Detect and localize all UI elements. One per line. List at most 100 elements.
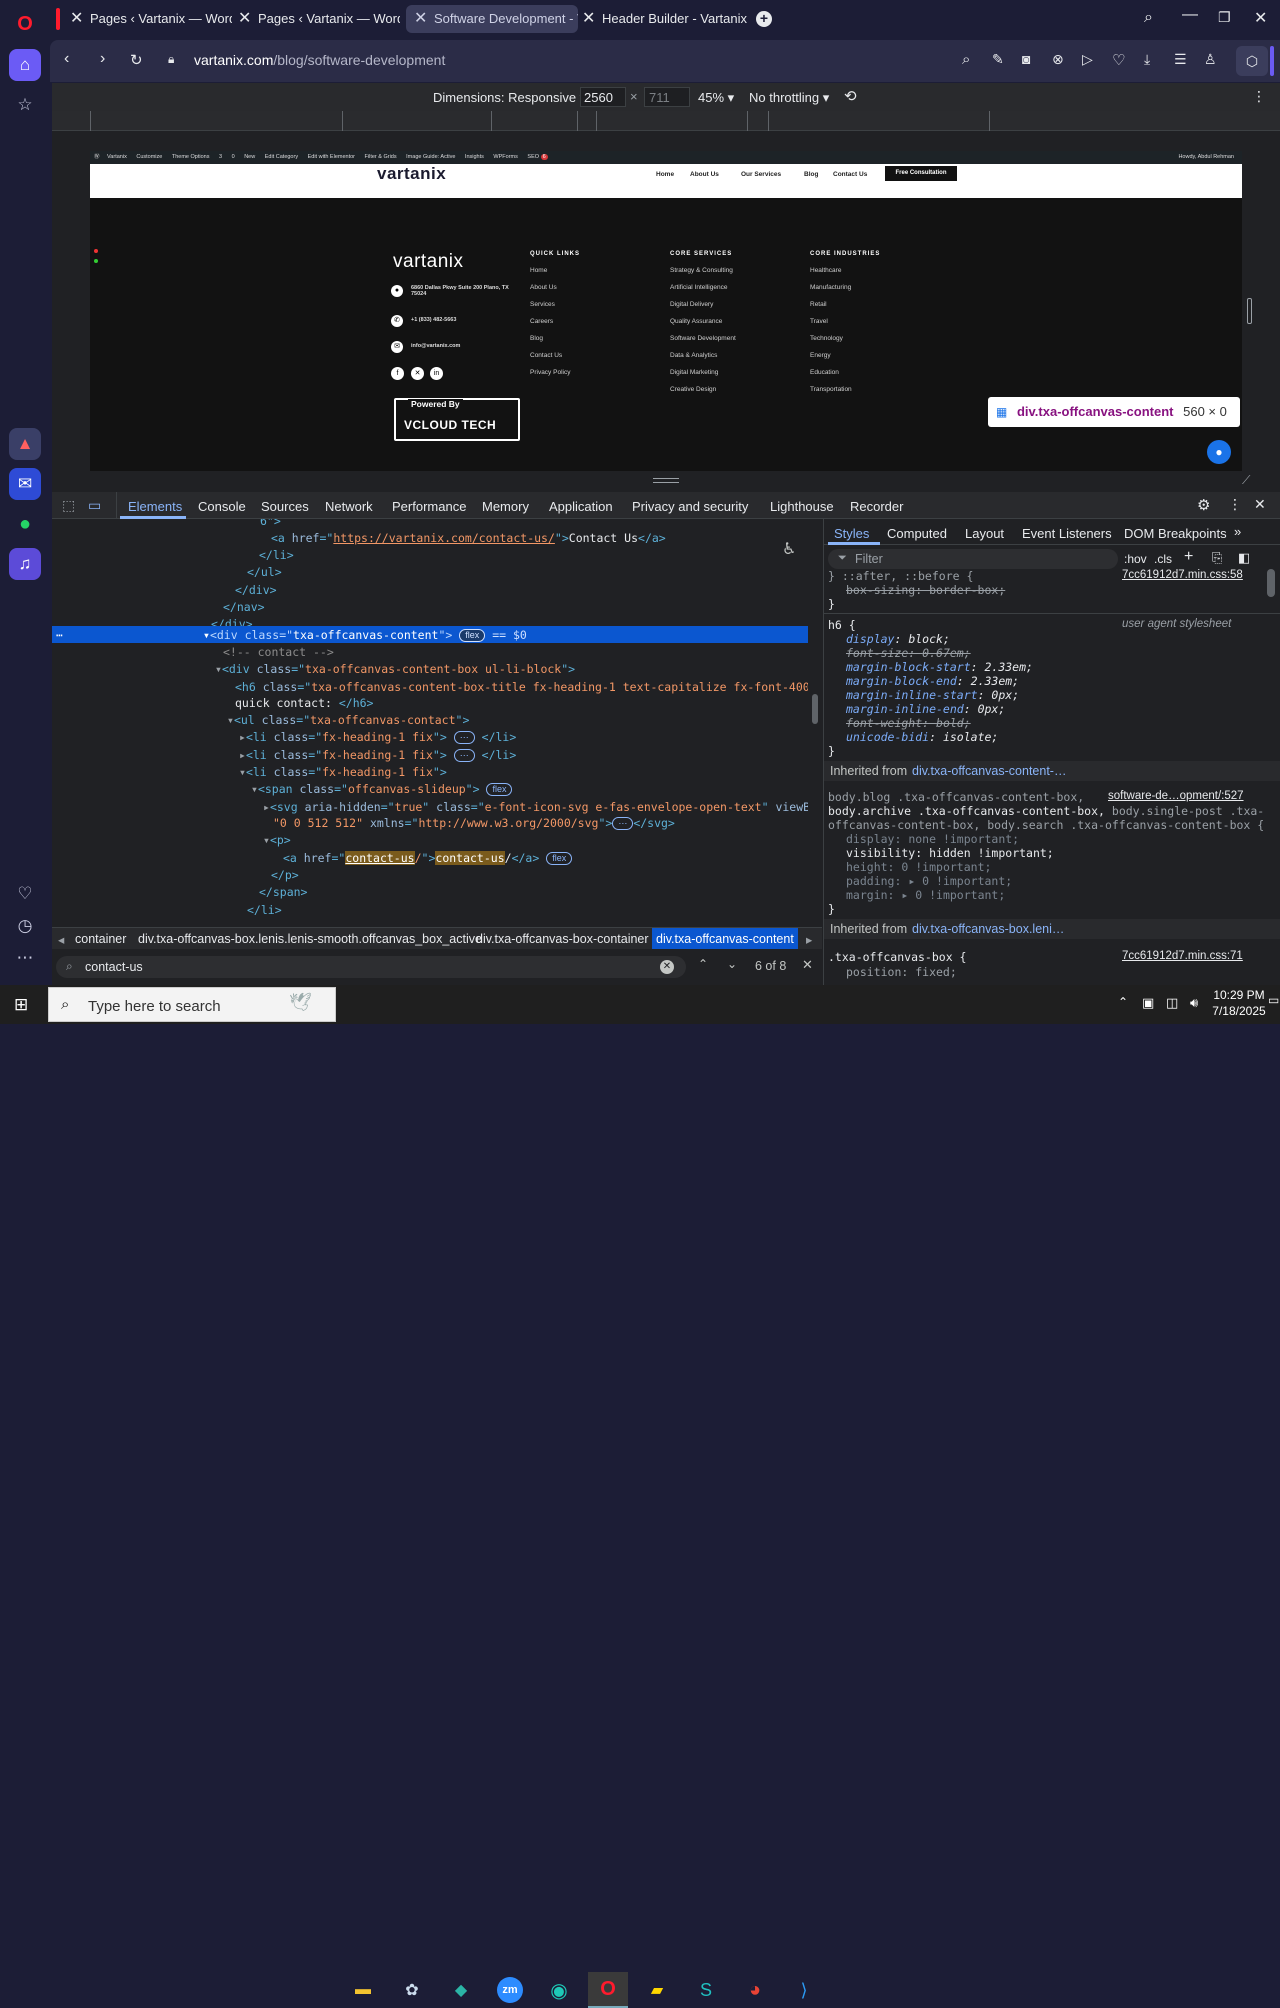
admin-updates[interactable]: 3 <box>219 154 222 160</box>
dom-line[interactable]: <a href="https://vartanix.com/contact-us… <box>271 531 666 545</box>
tab-console[interactable]: Console <box>198 499 246 514</box>
footer-phone[interactable]: +1 (833) 482-5663 <box>411 317 456 323</box>
search-tabs-icon[interactable]: ⌕ <box>1144 9 1153 27</box>
css-prop-line[interactable]: unicode-bidi: isolate; <box>846 730 998 744</box>
tab-lighthouse[interactable]: Lighthouse <box>770 499 834 514</box>
footer-link[interactable]: Energy <box>810 352 831 359</box>
dom-line[interactable]: quick contact: </h6> <box>235 696 373 710</box>
tray-chevron-icon[interactable]: ⌃ <box>1118 995 1128 1009</box>
x-twitter-icon[interactable]: ✕ <box>411 367 424 380</box>
device-toggle-icon[interactable]: ▭ <box>88 497 101 514</box>
file-explorer-icon[interactable]: ▬ <box>343 1972 383 2008</box>
free-consultation-button[interactable]: Free Consultation <box>885 166 957 181</box>
tab-application[interactable]: Application <box>549 499 613 514</box>
linkedin-icon[interactable]: in <box>430 367 443 380</box>
hov-toggle[interactable]: :hov <box>1124 552 1147 566</box>
styles-scroll-thumb[interactable] <box>1267 569 1275 597</box>
footer-link[interactable]: Home <box>530 267 547 274</box>
flex-badge[interactable]: flex <box>546 852 573 865</box>
dom-line[interactable]: ▸<li class="fx-heading-1 fix"> ⋯ </li> <box>239 748 516 762</box>
whatsapp-icon[interactable]: ● <box>9 508 41 540</box>
inspect-element-icon[interactable]: ⬚ <box>62 497 75 514</box>
flow-icon[interactable]: ▷ <box>1082 51 1093 68</box>
search-next-icon[interactable]: ⌄ <box>727 957 737 971</box>
site-logo[interactable]: vartanix <box>377 164 446 184</box>
admin-insights[interactable]: Insights <box>465 154 484 160</box>
breadcrumb-item[interactable]: div.txa-offcanvas-box-container <box>476 932 649 946</box>
footer-link[interactable]: Software Development <box>670 335 736 342</box>
css-prop-line[interactable]: height: 0 !important; <box>846 860 991 874</box>
dom-line[interactable]: ▾<span class="offcanvas-slideup"> flex <box>251 782 513 796</box>
admin-site-name[interactable]: Vartanix <box>107 154 127 160</box>
devtools-menu-icon[interactable]: ⋮ <box>1228 496 1242 513</box>
css-prop-line[interactable]: visibility: hidden !important; <box>846 846 1054 860</box>
width-input[interactable]: 2560 <box>580 87 626 107</box>
css-prop-struck[interactable]: box-sizing: border-box; <box>846 583 1005 597</box>
footer-link[interactable]: Education <box>810 369 839 376</box>
admin-edit-category[interactable]: Edit Category <box>265 154 298 160</box>
footer-link[interactable]: Privacy Policy <box>530 369 570 376</box>
new-style-rule-icon[interactable]: + <box>1184 548 1193 566</box>
camera-icon[interactable]: ◙ <box>1022 51 1030 67</box>
history-icon[interactable]: ◷ <box>9 910 41 942</box>
tab-elements[interactable]: Elements <box>128 499 182 514</box>
wp-logo-icon[interactable]: Ⓦ <box>94 154 100 160</box>
extensions-icon[interactable]: ⬡ <box>1236 46 1268 76</box>
admin-theme-options[interactable]: Theme Options <box>172 154 210 160</box>
footer-link[interactable]: Blog <box>530 335 543 342</box>
css-prop-line[interactable]: padding: ▸ 0 !important; <box>846 874 1012 888</box>
app-s-icon[interactable]: S <box>686 1972 726 2008</box>
admin-filter-grids[interactable]: Filter & Grids <box>365 154 397 160</box>
flex-badge[interactable]: flex <box>486 783 513 796</box>
vscode-icon[interactable]: ⟩ <box>784 1972 824 2008</box>
admin-new[interactable]: New <box>244 154 255 160</box>
close-window-button[interactable]: ✕ <box>1254 8 1267 28</box>
footer-link[interactable]: Contact Us <box>530 352 562 359</box>
nav-contact[interactable]: Contact Us <box>833 171 867 178</box>
tab-styles[interactable]: Styles <box>834 526 869 541</box>
music-player-icon[interactable]: ♫ <box>9 548 41 580</box>
media-query-range[interactable] <box>747 111 769 131</box>
tab-event-listeners[interactable]: Event Listeners <box>1022 526 1112 541</box>
dom-line[interactable]: ▾<li class="fx-heading-1 fix"> <box>239 765 447 779</box>
dom-line[interactable]: ▸<li class="fx-heading-1 fix"> ⋯ </li> <box>239 730 516 744</box>
paint-icon[interactable]: ⎘ <box>1212 550 1222 566</box>
url-field[interactable]: vartanix.com/blog/software-development <box>194 52 445 68</box>
footer-link[interactable]: Digital Delivery <box>670 301 713 308</box>
breadcrumb-item-active[interactable]: div.txa-offcanvas-content <box>652 928 798 949</box>
tab-sources[interactable]: Sources <box>261 499 309 514</box>
more-tabs-icon[interactable]: » <box>1234 524 1241 539</box>
dom-line[interactable]: <!-- contact --> <box>223 645 334 659</box>
css-prop-line[interactable]: margin-block-start: 2.33em; <box>846 660 1033 674</box>
css-prop-line[interactable]: margin-inline-start: 0px; <box>846 688 1019 702</box>
windows-start-icon[interactable]: ⊞ <box>14 995 28 1015</box>
rule2-selector-3[interactable]: offcanvas-content-box, body.search .txa-… <box>828 818 1264 832</box>
tab-2[interactable]: ✕ Pages ‹ Vartanix — WordP <box>230 5 400 33</box>
css-prop-line[interactable]: margin-inline-end: 0px; <box>846 702 1005 716</box>
breadcrumb-scroll-left[interactable]: ◂ <box>58 932 64 947</box>
admin-seo[interactable]: SEO <box>527 154 539 160</box>
admin-howdy[interactable]: Howdy, Abdul Rehman <box>1178 151 1234 164</box>
media-query-range[interactable] <box>342 111 492 131</box>
footer-link[interactable]: Quality Assurance <box>670 318 722 325</box>
opera-logo-icon[interactable]: O <box>9 8 41 40</box>
dom-line[interactable]: "0 0 512 512" xmlns="http://www.w3.org/2… <box>273 816 675 830</box>
styles-filter-input[interactable]: ⏷ Filter <box>828 549 1118 569</box>
close-search-icon[interactable]: ✕ <box>802 957 813 973</box>
admin-customize[interactable]: Customize <box>136 154 162 160</box>
inherited-link[interactable]: div.txa-offcanvas-box.leni… <box>912 922 1064 936</box>
footer-link[interactable]: About Us <box>530 284 557 291</box>
css-prop-line[interactable]: font-size: 0.67em; <box>846 646 971 660</box>
search-page-icon[interactable]: ⌕ <box>962 51 970 68</box>
messenger-icon[interactable]: ✉ <box>9 468 41 500</box>
facebook-icon[interactable]: f <box>391 367 404 380</box>
reload-button[interactable]: ↻ <box>130 51 143 69</box>
css-source-link[interactable]: 7cc61912d7.min.css:71 <box>1122 950 1243 962</box>
star-icon[interactable]: ☆ <box>9 89 41 121</box>
footer-link[interactable]: Digital Marketing <box>670 369 718 376</box>
clock[interactable]: 10:29 PM 7/18/2025 <box>1212 988 1266 1018</box>
cls-toggle[interactable]: .cls <box>1154 552 1172 566</box>
dimensions-dropdown[interactable]: Dimensions: Responsive ▾ <box>433 90 586 106</box>
throttling-dropdown[interactable]: No throttling ▾ <box>749 90 829 106</box>
dom-line[interactable]: </span> <box>259 885 307 899</box>
